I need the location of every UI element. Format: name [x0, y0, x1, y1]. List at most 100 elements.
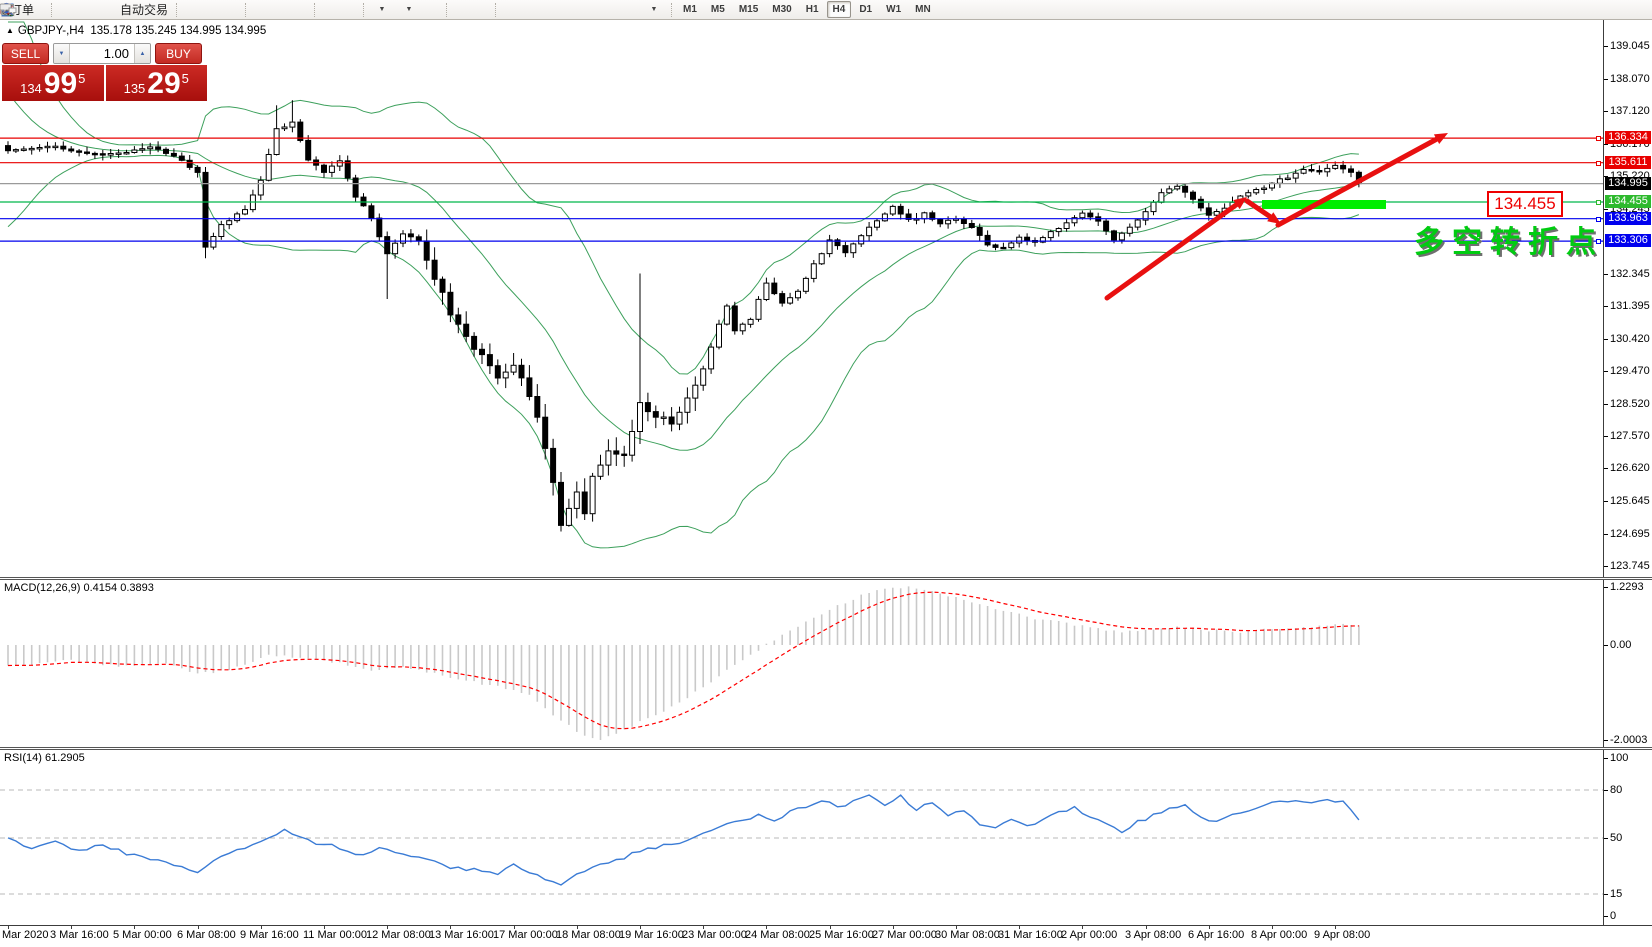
toolbar-separator: [176, 3, 177, 17]
time-axis-label: 18 Mar 08:00: [556, 929, 621, 941]
price-tag-anchor: [1596, 161, 1601, 166]
symbol-name: GBPJPY-,H4: [18, 25, 84, 37]
macd-chart-canvas[interactable]: [0, 580, 1652, 747]
time-axis-label: Mar 2020: [2, 929, 48, 941]
time-axis-label: 3 Apr 08:00: [1125, 929, 1181, 941]
time-axis-label: 30 Mar 08:00: [935, 929, 1000, 941]
price-axis-label: 130.420: [1610, 333, 1650, 345]
rsi-title: RSI(14) 61.2905: [4, 752, 85, 764]
symbol-ohlc: 135.178 135.245 134.995 134.995: [90, 25, 266, 37]
rsi-axis-label: 100: [1610, 752, 1628, 764]
time-axis-label: 11 Mar 00:00: [303, 929, 367, 941]
autotrading-button[interactable]: 自动交易: [116, 1, 172, 19]
tab-timeframe-m30[interactable]: M30: [766, 1, 797, 18]
pane-separator[interactable]: [0, 577, 1652, 580]
price-tag: 136.334: [1605, 131, 1651, 144]
price-tag: 134.995: [1605, 177, 1651, 190]
tab-timeframe-mn[interactable]: MN: [909, 1, 937, 18]
toolbar-separator: [446, 3, 447, 17]
toolbar-separator: [245, 3, 246, 17]
tab-timeframe-h4[interactable]: H4: [827, 1, 852, 18]
vertical-line-icon[interactable]: [500, 1, 520, 19]
buy-button[interactable]: BUY: [155, 43, 202, 64]
tab-timeframe-w1[interactable]: W1: [880, 1, 907, 18]
candlestick-chart-icon[interactable]: [201, 1, 221, 19]
signals-icon[interactable]: [96, 1, 116, 19]
sell-price-pips: 99: [44, 69, 77, 99]
time-axis-label: 6 Apr 16:00: [1188, 929, 1244, 941]
price-axis-label: 128.520: [1610, 398, 1650, 410]
cursor-icon[interactable]: [451, 1, 471, 19]
tile-windows-icon[interactable]: [290, 1, 310, 19]
collapse-arrow-icon[interactable]: ▲: [6, 26, 14, 35]
line-chart-icon[interactable]: [221, 1, 241, 19]
time-axis-label: 2 Apr 00:00: [1061, 929, 1117, 941]
text-label-icon[interactable]: T: [620, 1, 640, 19]
price-callout-label[interactable]: 134.455: [1487, 191, 1563, 217]
rsi-axis-label: 0: [1610, 910, 1616, 922]
volume-increase-button[interactable]: ▲: [134, 44, 150, 63]
indicators-icon[interactable]: ▼: [368, 1, 395, 19]
sell-button[interactable]: SELL: [2, 43, 49, 64]
text-icon[interactable]: A: [600, 1, 620, 19]
periods-icon[interactable]: ▼: [395, 1, 422, 19]
tab-timeframe-m5[interactable]: M5: [705, 1, 731, 18]
rsi-axis-label: 50: [1610, 832, 1622, 844]
pane-separator[interactable]: [0, 747, 1652, 750]
auto-scroll-icon[interactable]: [319, 1, 339, 19]
buy-price-int: 135: [124, 81, 146, 96]
time-axis-label: 13 Mar 16:00: [429, 929, 494, 941]
horizontal-line-icon[interactable]: [520, 1, 540, 19]
time-axis-label: 5 Mar 00:00: [113, 929, 172, 941]
time-axis-label: 19 Mar 16:00: [619, 929, 684, 941]
price-axis-label: 139.045: [1610, 40, 1650, 52]
expert-advisor-icon[interactable]: [76, 1, 96, 19]
autotrading-label: 自动交易: [120, 1, 168, 18]
toolbar-separator: [363, 3, 364, 17]
crosshair-icon[interactable]: [471, 1, 491, 19]
buy-price-pips: 29: [147, 69, 180, 99]
buy-price-display[interactable]: 135295: [106, 65, 208, 101]
zoom-in-icon[interactable]: [250, 1, 270, 19]
templates-icon[interactable]: [422, 1, 442, 19]
chart-note-text[interactable]: 多空转折点: [1414, 217, 1604, 261]
price-axis-label: 123.745: [1610, 560, 1650, 572]
trendline-icon[interactable]: [540, 1, 560, 19]
time-axis-label: 17 Mar 00:00: [493, 929, 558, 941]
chart-shift-icon[interactable]: [339, 1, 359, 19]
toolbar-separator: [671, 3, 672, 17]
rsi-chart-canvas[interactable]: [0, 750, 1652, 925]
tab-timeframe-m1[interactable]: M1: [677, 1, 703, 18]
zoom-out-icon[interactable]: [270, 1, 290, 19]
time-axis-label: 9 Mar 16:00: [240, 929, 299, 941]
time-axis-label: 25 Mar 16:00: [809, 929, 874, 941]
price-axis-label: 129.470: [1610, 365, 1650, 377]
equidistant-channel-icon[interactable]: E: [560, 1, 580, 19]
ticket-icon[interactable]: [56, 1, 76, 19]
chat-icon[interactable]: [1621, 1, 1641, 19]
tab-timeframe-d1[interactable]: D1: [853, 1, 878, 18]
macd-axis-label: -2.0003: [1610, 734, 1647, 746]
main-chart-canvas[interactable]: [0, 20, 1652, 577]
price-tag-anchor: [1596, 200, 1601, 205]
sell-price-display[interactable]: 134995: [2, 65, 104, 101]
volume-decrease-button[interactable]: ▼: [54, 44, 70, 63]
tab-timeframe-m15[interactable]: M15: [733, 1, 764, 18]
sell-price-point: 5: [78, 67, 85, 86]
time-axis-label: 31 Mar 16:00: [998, 929, 1063, 941]
bar-chart-icon[interactable]: [181, 1, 201, 19]
arrows-icon[interactable]: ▼: [640, 1, 667, 19]
price-axis-label: 131.395: [1610, 300, 1650, 312]
search-icon[interactable]: [1601, 1, 1621, 19]
one-click-trading-panel: SELL ▼ 1.00 ▲ BUY 134995 135295: [2, 43, 207, 101]
volume-input[interactable]: 1.00: [70, 44, 134, 63]
time-axis-label: 6 Mar 08:00: [177, 929, 236, 941]
buy-price-point: 5: [182, 67, 189, 86]
rsi-axis-label: 80: [1610, 784, 1622, 796]
toolbar-separator: [51, 3, 52, 17]
fibonacci-icon[interactable]: F: [580, 1, 600, 19]
time-axis-label: 23 Mar 00:00: [682, 929, 747, 941]
mt4-window: 新订单 自动交易 ▼ ▼ E F A T ▼: [0, 0, 1652, 947]
tab-timeframe-h1[interactable]: H1: [800, 1, 825, 18]
time-axis-label: 12 Mar 08:00: [366, 929, 431, 941]
